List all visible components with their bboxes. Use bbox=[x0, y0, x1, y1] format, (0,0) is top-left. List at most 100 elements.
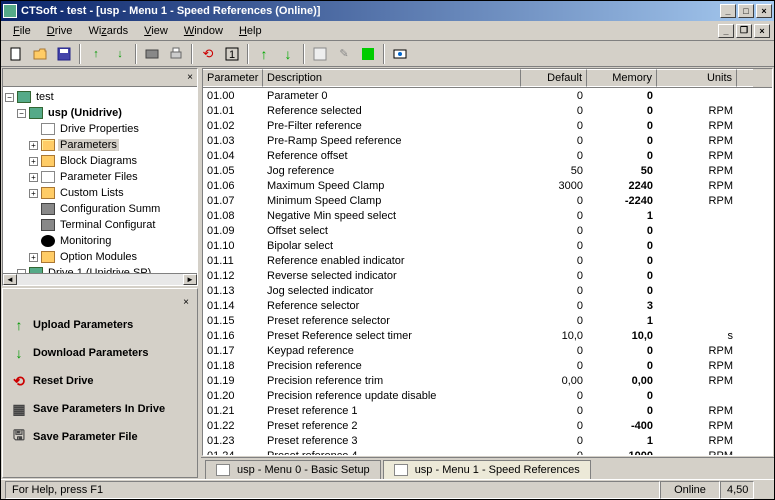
save-file-button[interactable]: 🖫Save Parameter File bbox=[7, 423, 193, 451]
download-button[interactable]: ↓Download Parameters bbox=[7, 339, 193, 367]
table-row[interactable]: 01.19Precision reference trim0,000,00RPM bbox=[203, 373, 772, 388]
tree-toggle[interactable]: + bbox=[29, 141, 38, 150]
grid-body[interactable]: 01.00Parameter 00001.01Reference selecte… bbox=[203, 88, 772, 455]
minimize-button[interactable]: _ bbox=[720, 4, 736, 18]
table-row[interactable]: 01.21Preset reference 100RPM bbox=[203, 403, 772, 418]
table-row[interactable]: 01.14Reference selector03 bbox=[203, 298, 772, 313]
table-row[interactable]: 01.12Reverse selected indicator00 bbox=[203, 268, 772, 283]
table-row[interactable]: 01.13Jog selected indicator00 bbox=[203, 283, 772, 298]
tree-item[interactable]: Option Modules bbox=[58, 251, 139, 263]
tree-close-icon[interactable]: × bbox=[183, 71, 197, 85]
app-window: CTSoft - test - [usp - Menu 1 - Speed Re… bbox=[0, 0, 775, 500]
table-row[interactable]: 01.08Negative Min speed select01 bbox=[203, 208, 772, 223]
menu-window[interactable]: Window bbox=[176, 23, 231, 39]
chip-icon: ▦ bbox=[11, 401, 27, 417]
cell-default: 0 bbox=[521, 420, 587, 432]
tree-item[interactable]: Configuration Summ bbox=[58, 203, 162, 215]
menu-drive[interactable]: Drive bbox=[39, 23, 81, 39]
mdi-close-button[interactable]: × bbox=[754, 24, 770, 38]
table-row[interactable]: 01.18Precision reference00RPM bbox=[203, 358, 772, 373]
tb-down-green-icon[interactable]: ↓ bbox=[277, 43, 299, 65]
tree-toggle[interactable]: − bbox=[5, 93, 14, 102]
table-row[interactable]: 01.04Reference offset00RPM bbox=[203, 148, 772, 163]
tb-wizard-icon[interactable] bbox=[389, 43, 411, 65]
tree-item[interactable]: Custom Lists bbox=[58, 187, 126, 199]
maximize-button[interactable]: □ bbox=[738, 4, 754, 18]
mdi-restore-button[interactable]: ❐ bbox=[736, 24, 752, 38]
table-row[interactable]: 01.20Precision reference update disable0… bbox=[203, 388, 772, 403]
cell-memory: 3 bbox=[587, 300, 657, 312]
tree-item[interactable]: Terminal Configurat bbox=[58, 219, 157, 231]
tb-save-icon[interactable] bbox=[53, 43, 75, 65]
tb-print-icon[interactable] bbox=[165, 43, 187, 65]
cell-param: 01.05 bbox=[203, 165, 263, 177]
upload-button[interactable]: ↑Upload Parameters bbox=[7, 311, 193, 339]
table-row[interactable]: 01.00Parameter 000 bbox=[203, 88, 772, 103]
cell-units: RPM bbox=[657, 120, 737, 132]
table-row[interactable]: 01.23Preset reference 301RPM bbox=[203, 433, 772, 448]
tree-item[interactable]: Drive Properties bbox=[58, 123, 141, 135]
tree-item-parameters[interactable]: Parameters bbox=[58, 139, 119, 151]
tree-toggle[interactable]: + bbox=[29, 173, 38, 182]
col-description[interactable]: Description bbox=[263, 69, 521, 87]
tb-open-icon[interactable] bbox=[29, 43, 51, 65]
tree-hscroll[interactable]: ◄► bbox=[3, 273, 197, 285]
actions-close-icon[interactable]: × bbox=[179, 295, 193, 309]
cell-default: 0 bbox=[521, 360, 587, 372]
table-row[interactable]: 01.16Preset Reference select timer10,010… bbox=[203, 328, 772, 343]
table-row[interactable]: 01.24Preset reference 401000RPM bbox=[203, 448, 772, 455]
table-row[interactable]: 01.07Minimum Speed Clamp0-2240RPM bbox=[203, 193, 772, 208]
cell-default: 0 bbox=[521, 390, 587, 402]
col-memory[interactable]: Memory bbox=[587, 69, 657, 87]
tb-download-icon[interactable]: ↓ bbox=[109, 43, 131, 65]
menu-file[interactable]: File bbox=[5, 23, 39, 39]
col-units[interactable]: Units bbox=[657, 69, 737, 87]
tree-root[interactable]: test bbox=[34, 91, 56, 103]
table-row[interactable]: 01.06Maximum Speed Clamp30002240RPM bbox=[203, 178, 772, 193]
col-default[interactable]: Default bbox=[521, 69, 587, 87]
table-row[interactable]: 01.05Jog reference5050RPM bbox=[203, 163, 772, 178]
tree-toggle[interactable]: + bbox=[29, 157, 38, 166]
col-parameter[interactable]: Parameter bbox=[203, 69, 263, 87]
tree-toggle[interactable]: − bbox=[17, 109, 26, 118]
tb-keypad-icon[interactable] bbox=[309, 43, 331, 65]
tree-item[interactable]: Monitoring bbox=[58, 235, 113, 247]
menu-view[interactable]: View bbox=[136, 23, 176, 39]
table-row[interactable]: 01.17Keypad reference00RPM bbox=[203, 343, 772, 358]
tree-drive-1[interactable]: Drive 1 (Unidrive SP) bbox=[46, 267, 153, 273]
tab-menu-0[interactable]: usp - Menu 0 - Basic Setup bbox=[205, 460, 381, 479]
tb-upload-icon[interactable]: ↑ bbox=[85, 43, 107, 65]
tree-item[interactable]: Block Diagrams bbox=[58, 155, 139, 167]
drive-tree[interactable]: −test −usp (Unidrive) Drive Properties +… bbox=[3, 87, 197, 273]
tab-menu-1[interactable]: usp - Menu 1 - Speed References bbox=[383, 460, 591, 479]
table-row[interactable]: 01.09Offset select00 bbox=[203, 223, 772, 238]
mdi-minimize-button[interactable]: _ bbox=[718, 24, 734, 38]
tb-save-drive-icon[interactable] bbox=[141, 43, 163, 65]
table-row[interactable]: 01.02Pre-Filter reference00RPM bbox=[203, 118, 772, 133]
table-row[interactable]: 01.15Preset reference selector01 bbox=[203, 313, 772, 328]
tree-toggle[interactable]: + bbox=[29, 189, 38, 198]
tb-reset-icon[interactable]: ⟲ bbox=[197, 43, 219, 65]
tb-wand-icon[interactable]: ✎ bbox=[333, 43, 355, 65]
tb-refresh-icon[interactable]: 1 bbox=[221, 43, 243, 65]
table-row[interactable]: 01.22Preset reference 20-400RPM bbox=[203, 418, 772, 433]
table-row[interactable]: 01.11Reference enabled indicator00 bbox=[203, 253, 772, 268]
statusbar: For Help, press F1 Online 4,50 bbox=[1, 479, 774, 499]
tb-new-icon[interactable] bbox=[5, 43, 27, 65]
menu-help[interactable]: Help bbox=[231, 23, 270, 39]
folder-open-icon bbox=[41, 139, 55, 151]
tb-up-green-icon[interactable]: ↑ bbox=[253, 43, 275, 65]
table-row[interactable]: 01.03Pre-Ramp Speed reference00RPM bbox=[203, 133, 772, 148]
tree-toggle[interactable]: + bbox=[29, 253, 38, 262]
tree-item[interactable]: Parameter Files bbox=[58, 171, 140, 183]
tree-drive-0[interactable]: usp (Unidrive) bbox=[46, 107, 124, 119]
menu-wizards[interactable]: Wizards bbox=[80, 23, 136, 39]
tb-online-icon[interactable] bbox=[357, 43, 379, 65]
close-button[interactable]: × bbox=[756, 4, 772, 18]
tree-toggle[interactable]: − bbox=[17, 269, 26, 274]
reset-button[interactable]: ⟲Reset Drive bbox=[7, 367, 193, 395]
table-row[interactable]: 01.01Reference selected00RPM bbox=[203, 103, 772, 118]
save-drive-button[interactable]: ▦Save Parameters In Drive bbox=[7, 395, 193, 423]
cell-default: 10,0 bbox=[521, 330, 587, 342]
table-row[interactable]: 01.10Bipolar select00 bbox=[203, 238, 772, 253]
